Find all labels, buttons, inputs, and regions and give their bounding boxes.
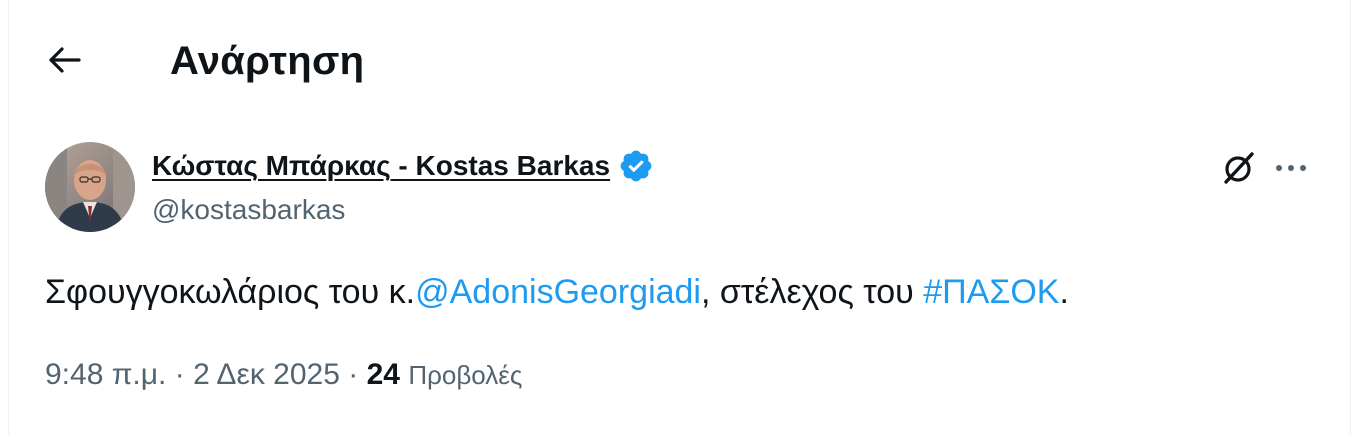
tweet-text-part: , στέλεχος του bbox=[701, 273, 924, 311]
post-meta: 9:48 π.μ. · 2 Δεκ 2025 · 24 Προβολές bbox=[45, 356, 522, 394]
post-page: Ανάρτηση Κώστας Μπάρκας - Kostas Barkas bbox=[8, 0, 1351, 435]
author-handle[interactable]: @kostasbarkas bbox=[152, 193, 345, 227]
back-button[interactable] bbox=[45, 40, 85, 80]
more-horizontal-icon bbox=[1276, 165, 1306, 171]
more-options-button[interactable] bbox=[1271, 148, 1311, 188]
tweet-text: Σφουγγοκωλάριος του κ.@AdonisGeorgiadi, … bbox=[45, 270, 1069, 314]
grok-button[interactable] bbox=[1219, 148, 1259, 188]
meta-separator: · bbox=[339, 358, 367, 391]
post-date[interactable]: 2 Δεκ 2025 bbox=[193, 358, 340, 391]
hashtag-link[interactable]: #ΠΑΣΟΚ bbox=[923, 273, 1059, 311]
author-name-row: Κώστας Μπάρκας - Kostas Barkas bbox=[152, 146, 654, 186]
author-display-name[interactable]: Κώστας Μπάρκας - Kostas Barkas bbox=[152, 150, 610, 182]
meta-separator: · bbox=[166, 358, 194, 391]
avatar[interactable] bbox=[45, 142, 135, 232]
tweet-text-part: . bbox=[1059, 273, 1069, 311]
views-label[interactable]: Προβολές bbox=[408, 360, 522, 390]
tweet-text-part: Σφουγγοκωλάριος του κ. bbox=[45, 273, 416, 311]
grok-icon bbox=[1224, 152, 1254, 184]
arrow-left-icon bbox=[49, 47, 81, 73]
post-time[interactable]: 9:48 π.μ. bbox=[45, 358, 166, 391]
views-count[interactable]: 24 bbox=[367, 358, 400, 391]
page-header: Ανάρτηση bbox=[9, 0, 1350, 122]
mention-link[interactable]: @AdonisGeorgiadi bbox=[415, 273, 701, 311]
page-title: Ανάρτηση bbox=[170, 39, 365, 83]
verified-badge-icon[interactable] bbox=[618, 148, 654, 184]
